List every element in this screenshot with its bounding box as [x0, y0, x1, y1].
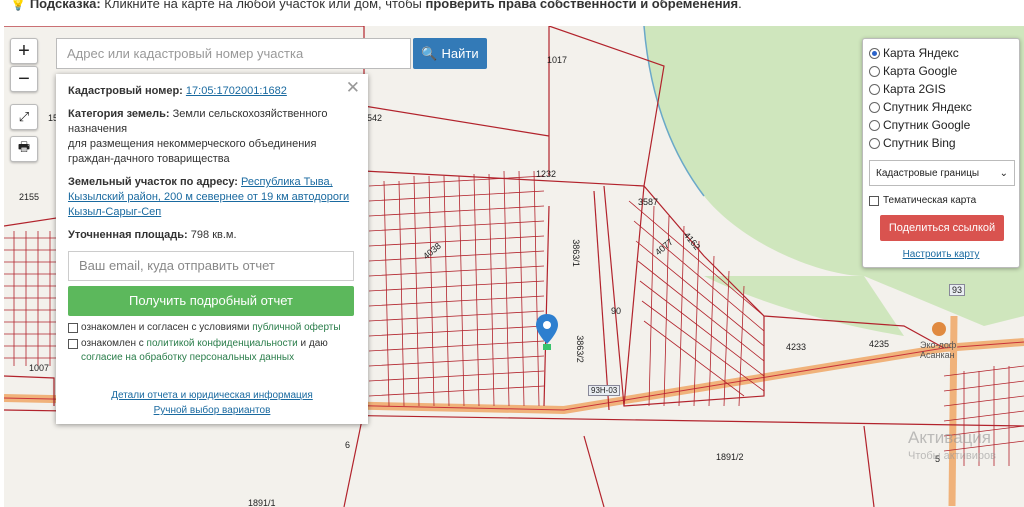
- label-4235: 4235: [869, 339, 890, 349]
- setup-map-link[interactable]: Настроить карту: [903, 249, 980, 260]
- offer-checkbox[interactable]: [68, 323, 78, 333]
- label-1891-1: 1891/1: [248, 498, 276, 507]
- layer-yandex-sat[interactable]: Спутник Яндекс: [869, 98, 1013, 116]
- hint-bar: 💡 Подсказка: Кликните на карте на любой …: [0, 0, 1024, 22]
- offer-link[interactable]: публичной оферты: [252, 322, 340, 333]
- zoom-in-button[interactable]: +: [10, 38, 38, 64]
- label-2155: 2155: [19, 192, 40, 202]
- close-icon[interactable]: ✕: [346, 78, 360, 98]
- road-badge: 93Н-03: [588, 385, 621, 396]
- layer-bing-sat[interactable]: Спутник Bing: [869, 134, 1013, 152]
- layer-yandex-map[interactable]: Карта Яндекс: [869, 44, 1013, 62]
- label-3587: 3587: [638, 197, 659, 207]
- label-90: 90: [611, 306, 622, 316]
- thematic-checkbox[interactable]: Тематическая карта: [869, 194, 1013, 206]
- poi-eco: Эко-лоф: [920, 340, 957, 350]
- fullscreen-icon[interactable]: ⤢: [10, 104, 38, 130]
- road-badge-93: 93: [949, 284, 966, 296]
- layers-panel: Карта Яндекс Карта Google Карта 2GIS Спу…: [862, 38, 1020, 268]
- label-542: 542: [367, 113, 383, 123]
- share-link-button[interactable]: Поделиться ссылкой: [880, 215, 1004, 241]
- label-3863-1: 3863/1: [570, 239, 581, 267]
- hint-prefix: Подсказка:: [29, 0, 101, 11]
- layer-google-map[interactable]: Карта Google: [869, 62, 1013, 80]
- poi-eco-2: Асанкан: [920, 350, 955, 360]
- search-input[interactable]: Адрес или кадастровый номер участка: [56, 38, 411, 69]
- cadastral-map[interactable]: 1017 1232 542 15 2155 1007 3863/1 3863/2…: [4, 26, 1024, 507]
- privacy-link[interactable]: политикой конфиденциальности: [147, 338, 298, 349]
- print-icon[interactable]: 🖶: [10, 136, 38, 162]
- layer-google-sat[interactable]: Спутник Google: [869, 116, 1013, 134]
- manual-select-link[interactable]: Ручной выбор вариантов: [154, 405, 271, 416]
- hint-text: Кликните на карте на любой участок или д…: [104, 0, 422, 11]
- watermark-line2: Чтобы активиров: [908, 450, 996, 462]
- label-1232: 1232: [536, 169, 557, 179]
- label-6: 6: [345, 440, 351, 450]
- location-marker-icon[interactable]: [536, 314, 558, 350]
- privacy-checkbox[interactable]: [68, 339, 78, 349]
- email-input[interactable]: Ваш email, куда отправить отчет: [68, 251, 354, 281]
- overlay-select[interactable]: Кадастровые границы ⌄: [869, 160, 1015, 186]
- label-1017: 1017: [547, 55, 568, 65]
- hint-bold: проверить права собственности и обремене…: [425, 0, 739, 11]
- parcel-info-popup: ✕ Кадастровый номер: 17:05:1702001:1682 …: [56, 74, 368, 424]
- label-1891-2: 1891/2: [716, 452, 744, 462]
- chevron-down-icon: ⌄: [999, 167, 1008, 179]
- label-3863-2: 3863/2: [574, 335, 585, 363]
- watermark-line1: Активация: [908, 428, 991, 447]
- cadastral-number-link[interactable]: 17:05:1702001:1682: [186, 85, 287, 97]
- search-icon: 🔍: [421, 45, 438, 61]
- label-1007: 1007: [29, 363, 50, 373]
- lightbulb-icon: 💡: [10, 0, 27, 11]
- search-button[interactable]: 🔍 Найти: [413, 38, 487, 69]
- details-link[interactable]: Детали отчета и юридическая информация: [111, 390, 313, 401]
- get-report-button[interactable]: Получить подробный отчет: [68, 286, 354, 316]
- layer-2gis-map[interactable]: Карта 2GIS: [869, 80, 1013, 98]
- label-4233: 4233: [786, 342, 807, 352]
- zoom-out-button[interactable]: −: [10, 66, 38, 92]
